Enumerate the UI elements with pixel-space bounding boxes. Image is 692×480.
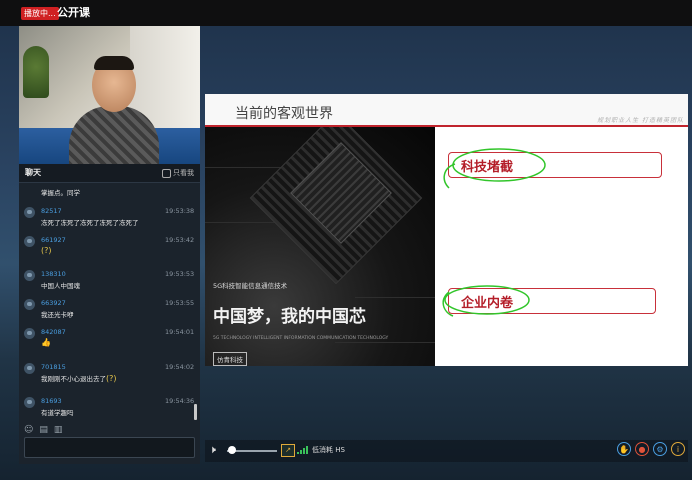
user-avatar-icon <box>24 270 35 281</box>
slide-subtitle-en: 5G TECHNOLOGY INTELLIGENT INFORMATION CO… <box>213 336 389 341</box>
chat-message: 663927 19:53:55 我还光卡咿 <box>19 297 200 323</box>
chat-username[interactable]: 701815 <box>41 363 66 371</box>
plant-image <box>23 46 49 98</box>
top-bar: 播放中... 公开课 <box>0 0 692 26</box>
app-title: 公开课 <box>57 6 90 19</box>
chip-image: 5G科技智能信息通信技术 中国梦，我的中国芯 5G TECHNOLOGY INT… <box>205 127 435 366</box>
record-icon[interactable]: ● <box>635 442 649 456</box>
chat-username[interactable]: 138310 <box>41 270 66 278</box>
smile-icon[interactable]: ☺ <box>24 425 33 435</box>
thumbs-up-icon: 👍 <box>41 338 51 347</box>
live-badge: 播放中... <box>21 7 59 20</box>
chat-username[interactable]: 81693 <box>41 397 62 405</box>
chat-username[interactable]: 842087 <box>41 328 66 336</box>
chat-username[interactable]: 82517 <box>41 207 62 215</box>
checkbox-icon[interactable] <box>162 168 171 178</box>
user-avatar-icon <box>24 363 35 374</box>
annotation-stroke <box>442 291 454 317</box>
chat-message-text: 有道学趣吗 <box>41 409 74 417</box>
settings-icon[interactable]: ⚙ <box>653 442 667 456</box>
user-avatar-icon <box>24 328 35 339</box>
chat-header: 聊天 只看我 <box>19 164 200 183</box>
teacher-webcam <box>19 26 200 164</box>
signal-icon <box>297 446 308 454</box>
only-teacher-label: 只看我 <box>173 169 194 177</box>
chat-toolbar: ☺ ▤ ▥ <box>24 425 62 435</box>
chat-username[interactable]: 661927 <box>41 236 66 244</box>
emoji-icon: (?) <box>41 246 52 255</box>
hand-icon[interactable]: ✋ <box>617 442 631 456</box>
chat-message-text: 中国人中国魂 <box>41 282 80 290</box>
annotation-circle <box>452 148 546 182</box>
control-bar: 🕨 ↗ 低消耗 HS ✋ ● ⚙ i <box>205 440 688 462</box>
chat-message-text: 冻死了冻死了冻死了冻死了冻死了 <box>41 219 139 227</box>
only-teacher-toggle[interactable]: 只看我 <box>162 168 194 178</box>
chat-message: 138310 19:53:53 中国人中国魂 <box>19 268 200 294</box>
chat-message-text: 我刚刚不小心退出去了(?) <box>41 373 117 383</box>
emoji-icon: (?) <box>106 374 117 383</box>
chat-title: 聊天 <box>25 168 41 177</box>
chat-message-body: 我刚刚不小心退出去了 <box>41 375 106 383</box>
slide-header: 当前的客观世界 规划职业人生 打造精英团队 <box>205 94 688 125</box>
slide-tag: 5G科技智能信息通信技术 <box>213 282 288 290</box>
chat-message: 661927 19:53:42 (?) <box>19 234 200 260</box>
latency-label: 低消耗 HS <box>312 446 345 454</box>
chat-message: 701815 19:54:02 我刚刚不小心退出去了(?) <box>19 361 200 387</box>
chat-message-text: 掌握点。同学 <box>41 189 80 197</box>
slide-title: 当前的客观世界 <box>235 106 333 122</box>
brand-label: 仿青科技 <box>213 352 247 366</box>
chat-time: 19:53:55 <box>165 299 195 307</box>
chat-scrollbar[interactable] <box>194 404 197 420</box>
image-icon[interactable]: ▤ <box>39 425 48 435</box>
chat-time: 19:53:42 <box>165 236 195 244</box>
chat-time: 19:54:01 <box>165 328 195 336</box>
annotation-circle <box>444 285 530 315</box>
user-avatar-icon <box>24 299 35 310</box>
user-avatar-icon <box>24 397 35 408</box>
chat-message-text: 👍 <box>41 338 51 347</box>
chat-time: 19:53:53 <box>165 270 195 278</box>
chat-time: 19:54:02 <box>165 363 195 371</box>
chat-time: 19:53:38 <box>165 207 195 215</box>
info-icon[interactable]: i <box>671 442 685 456</box>
user-avatar-icon <box>24 236 35 247</box>
volume-knob[interactable] <box>228 446 236 454</box>
control-icons: ✋ ● ⚙ i <box>617 442 685 456</box>
chat-message: 81693 19:54:36 有道学趣吗 <box>19 395 200 421</box>
file-icon[interactable]: ▥ <box>54 425 63 435</box>
presentation-slide: 当前的客观世界 规划职业人生 打造精英团队 5G科技智能信息通信技术 中国梦，我… <box>205 94 688 366</box>
volume-icon[interactable]: 🕨 <box>209 443 216 457</box>
chat-time: 19:54:36 <box>165 397 195 405</box>
chat-username[interactable]: 663927 <box>41 299 66 307</box>
slide-headline: 中国梦，我的中国芯 <box>213 307 366 327</box>
user-avatar-icon <box>24 207 35 218</box>
camera-toggle-icon[interactable]: ↗ <box>281 444 295 457</box>
chat-message: 82517 19:53:38 冻死了冻死了冻死了冻死了冻死了 <box>19 205 200 231</box>
annotation-marks <box>442 148 546 317</box>
chat-message: 842087 19:54:01 👍 <box>19 326 200 352</box>
chat-input[interactable] <box>24 437 195 458</box>
slide-slogan: 规划职业人生 打造精英团队 <box>597 117 684 124</box>
chat-panel: 聊天 只看我 掌握点。同学 82517 19:53:38 冻死了冻死了冻死了冻死… <box>19 164 200 464</box>
chat-message-text: 我还光卡咿 <box>41 311 74 319</box>
chat-message-text: (?) <box>41 246 52 255</box>
